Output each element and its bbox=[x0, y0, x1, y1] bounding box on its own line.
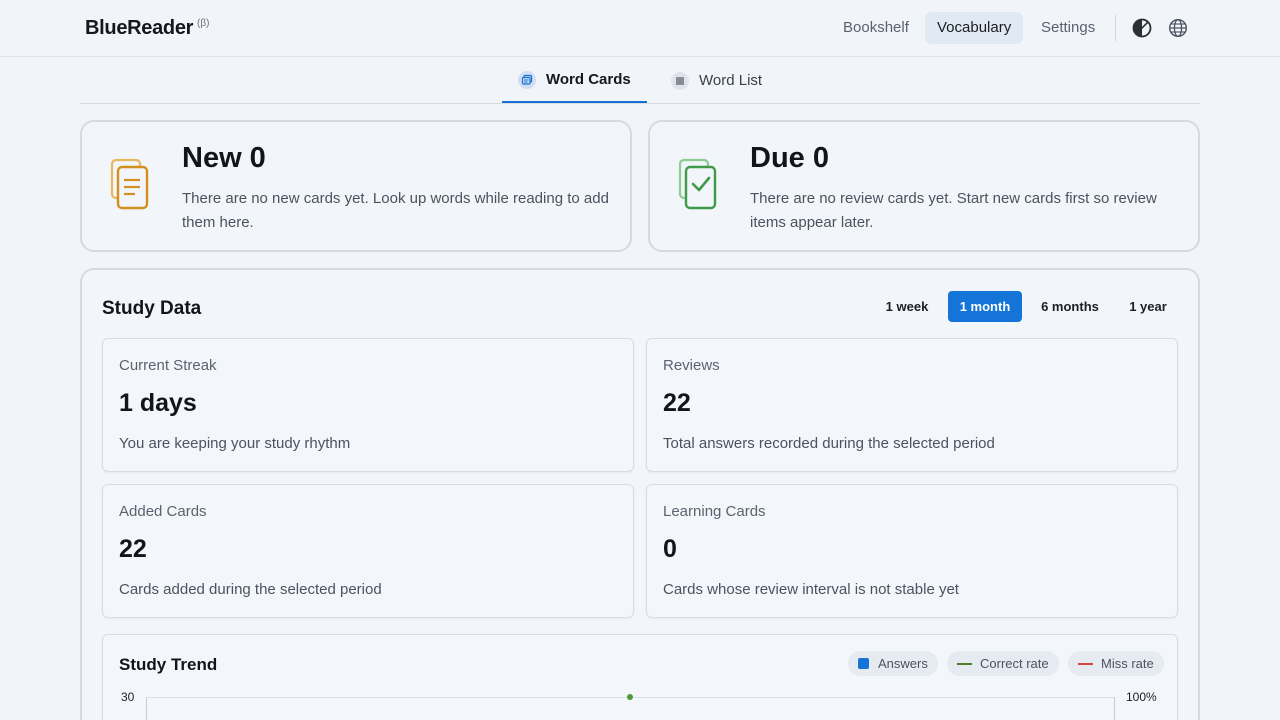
stat-reviews: Reviews 22 Total answers recorded during… bbox=[646, 338, 1178, 472]
nav-vocabulary[interactable]: Vocabulary bbox=[925, 12, 1024, 44]
due-cards-summary: Due 0 There are no review cards yet. Sta… bbox=[648, 120, 1200, 252]
period-6-months-button[interactable]: 6 months bbox=[1034, 291, 1106, 322]
stat-added-cards: Added Cards 22 Cards added during the se… bbox=[102, 484, 634, 618]
stat-label: Learning Cards bbox=[663, 503, 766, 520]
list-icon bbox=[671, 71, 689, 90]
legend-correct-rate[interactable]: Correct rate bbox=[947, 651, 1059, 676]
new-cards-title: New 0 bbox=[182, 142, 266, 174]
tab-word-cards[interactable]: Word Cards bbox=[502, 58, 647, 103]
correct-rate-point bbox=[627, 694, 633, 700]
top-bar: BlueReader (β) Bookshelf Vocabulary Sett… bbox=[0, 0, 1280, 57]
nav-divider bbox=[1115, 15, 1116, 41]
period-1-year-button[interactable]: 1 year bbox=[1118, 291, 1178, 322]
theme-toggle-icon[interactable] bbox=[1132, 18, 1152, 38]
tab-word-list-label: Word List bbox=[699, 72, 763, 89]
miss-rate-swatch bbox=[1078, 662, 1093, 665]
right-axis-top-label: 100% bbox=[1126, 690, 1157, 704]
cards-icon bbox=[518, 70, 536, 89]
vocabulary-tabs: Word Cards Word List bbox=[80, 58, 1200, 104]
stat-label: Added Cards bbox=[119, 503, 207, 520]
study-data-title: Study Data bbox=[102, 298, 202, 319]
stat-label: Reviews bbox=[663, 357, 720, 374]
stat-learning-cards: Learning Cards 0 Cards whose review inte… bbox=[646, 484, 1178, 618]
chart-right-axis bbox=[1114, 697, 1115, 720]
stat-current-streak: Current Streak 1 days You are keeping yo… bbox=[102, 338, 634, 472]
stat-value: 22 bbox=[119, 535, 147, 563]
legend-label: Answers bbox=[878, 656, 928, 671]
tab-word-cards-label: Word Cards bbox=[546, 71, 631, 88]
stat-value: 22 bbox=[663, 389, 691, 417]
study-trend-panel: Study Trend bbox=[102, 634, 1178, 720]
stat-note: Cards whose review interval is not stabl… bbox=[663, 581, 959, 598]
beta-badge: (β) bbox=[197, 18, 210, 29]
new-cards-summary: New 0 There are no new cards yet. Look u… bbox=[80, 120, 632, 252]
nav-settings[interactable]: Settings bbox=[1029, 12, 1107, 44]
legend-answers[interactable]: Answers bbox=[848, 651, 938, 676]
correct-rate-swatch bbox=[957, 662, 972, 665]
legend-label: Correct rate bbox=[980, 656, 1049, 671]
chart-left-axis bbox=[146, 697, 147, 720]
legend-label: Miss rate bbox=[1101, 656, 1154, 671]
period-1-month-button[interactable]: 1 month bbox=[948, 291, 1022, 322]
due-cards-description: There are no review cards yet. Start new… bbox=[750, 190, 1157, 231]
due-cards-title: Due 0 bbox=[750, 142, 829, 174]
new-cards-icon bbox=[110, 158, 150, 214]
stat-note: You are keeping your study rhythm bbox=[119, 435, 351, 452]
stat-value: 0 bbox=[663, 535, 677, 563]
stat-note: Cards added during the selected period bbox=[119, 581, 382, 598]
new-cards-description: There are no new cards yet. Look up word… bbox=[182, 190, 609, 231]
app-logo[interactable]: BlueReader bbox=[85, 17, 193, 40]
stat-label: Current Streak bbox=[119, 357, 217, 374]
study-trend-title: Study Trend bbox=[119, 655, 218, 674]
due-cards-check-icon bbox=[678, 158, 718, 214]
period-1-week-button[interactable]: 1 week bbox=[877, 291, 937, 322]
nav-bookshelf[interactable]: Bookshelf bbox=[831, 12, 921, 44]
answers-swatch bbox=[858, 658, 869, 669]
legend-miss-rate[interactable]: Miss rate bbox=[1068, 651, 1164, 676]
tab-word-list[interactable]: Word List bbox=[671, 58, 762, 103]
left-axis-top-label: 30 bbox=[121, 690, 135, 704]
stat-note: Total answers recorded during the select… bbox=[663, 435, 995, 452]
language-globe-icon[interactable] bbox=[1168, 18, 1188, 38]
stat-value: 1 days bbox=[119, 389, 197, 417]
